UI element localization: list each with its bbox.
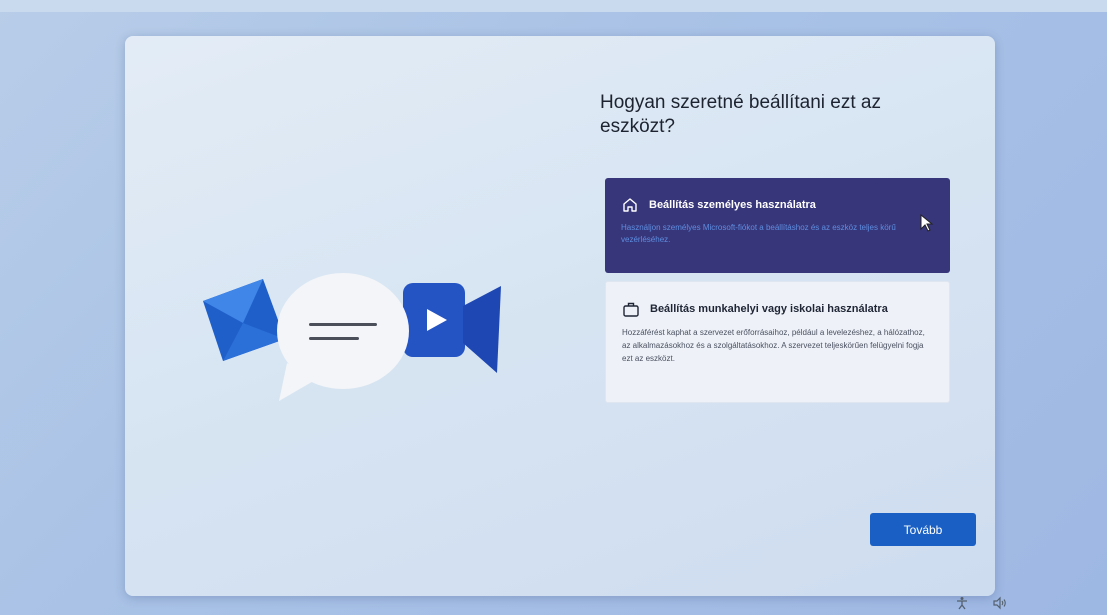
volume-icon	[993, 596, 1006, 610]
video-camera-icon	[403, 283, 501, 373]
communication-illustration	[203, 273, 501, 401]
oobe-window: Hogyan szeretné beállítani ezt az eszköz…	[125, 36, 995, 596]
page-title: Hogyan szeretné beállítani ezt az eszköz…	[600, 92, 881, 137]
screen-edge	[0, 0, 1107, 12]
volume-button[interactable]	[992, 595, 1008, 611]
mail-envelope-icon	[203, 279, 285, 361]
option-work-description: Hozzáférést kaphat a szervezet erőforrás…	[622, 328, 925, 363]
option-personal-use[interactable]: Beállítás személyes használatra Használj…	[605, 178, 950, 273]
mouse-cursor-icon	[920, 214, 934, 232]
option-personal-title: Beállítás személyes használatra	[649, 199, 816, 211]
accessibility-icon	[957, 597, 967, 610]
chat-bubble-icon	[277, 273, 409, 401]
option-work-school-use[interactable]: Beállítás munkahelyi vagy iskolai haszná…	[605, 281, 950, 403]
option-personal-description: Használjon személyes Microsoft-fiókot a …	[621, 223, 896, 244]
home-icon	[623, 198, 637, 212]
accessibility-button[interactable]	[955, 595, 969, 611]
briefcase-icon	[623, 302, 639, 317]
next-button[interactable]: Tovább	[870, 513, 976, 546]
option-work-title: Beállítás munkahelyi vagy iskolai haszná…	[650, 303, 888, 315]
